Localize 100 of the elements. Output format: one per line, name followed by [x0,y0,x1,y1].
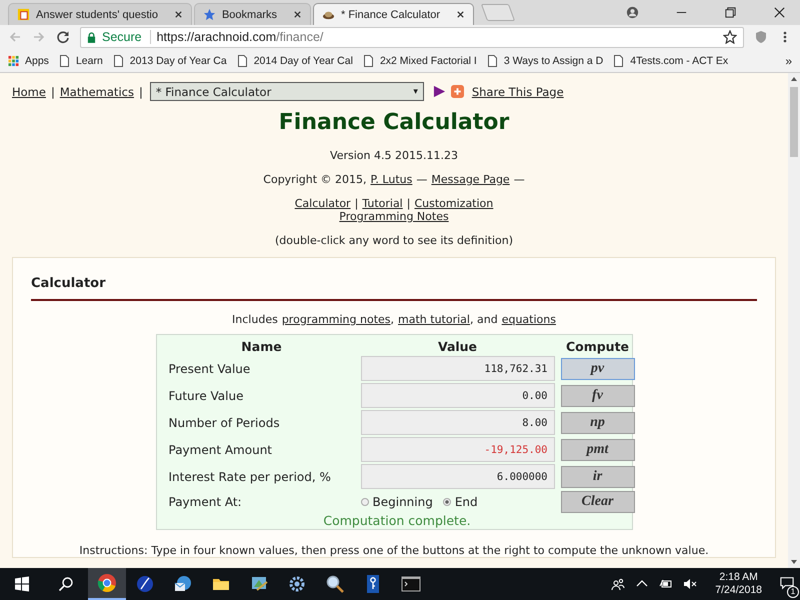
version-text: Version 4.5 2015.11.23 [329,149,459,162]
close-icon[interactable] [292,10,302,19]
bookmark-item[interactable]: 4Tests.com - ACT Ex [613,54,728,66]
browser-tab[interactable]: * Finance Calculator [312,3,474,25]
bookmark-item[interactable]: 2014 Day of Year Cal [236,54,353,66]
compute-button[interactable]: pmt [560,438,634,460]
field-label: Payment At: [168,495,243,509]
nav-link[interactable]: Mathematics [60,84,134,98]
search-icon[interactable] [58,576,74,592]
clear-button[interactable]: Clear [560,491,634,513]
column-header: Value [436,339,478,354]
radio-label: Beginning [372,495,433,509]
scrollbar-thumb[interactable] [790,87,798,157]
status-text: Computation complete. [322,513,472,528]
tab-title: Answer students' questio [36,8,159,20]
start-icon[interactable] [14,576,30,592]
compute-button[interactable]: np [560,412,634,434]
bookmark-item[interactable]: 3 Ways to Assign a D [486,54,604,66]
bookmark-item[interactable]: 2013 Day of Year Ca [112,54,227,66]
bookmark-item[interactable]: Apps [8,54,49,66]
dash: — [514,173,525,186]
radio-label: End [454,495,478,509]
compute-button[interactable]: fv [560,384,634,406]
star-icon [202,8,216,21]
dash: — [416,173,428,186]
page-link[interactable]: Programming Notes [339,210,449,223]
people-icon[interactable] [611,577,626,591]
page-title: Finance Calculator [278,110,510,135]
compute-button[interactable]: pv [560,358,634,380]
message-link[interactable]: Message Page [431,173,510,186]
page-icon [236,54,248,66]
page-icon [486,54,498,66]
page-icon [613,54,624,66]
bookmark-item[interactable]: Learn [58,54,103,66]
profile-icon[interactable] [626,6,639,19]
bookmark-star-icon[interactable] [723,30,737,44]
copyright-text: Copyright © 2015, [263,173,367,186]
value-field[interactable]: 0.00 [360,383,554,408]
bookmark-item[interactable]: 2x2 Mixed Factorial I [362,54,477,66]
notification-icon[interactable] [780,576,794,590]
field-label: Future Value [168,388,244,402]
field-label: Interest Rate per period, % [168,470,332,484]
value-field[interactable]: -19,125.00 [360,437,554,462]
close-icon[interactable] [773,6,786,19]
radio-button[interactable] [360,498,368,506]
apps-grid-icon [8,54,19,66]
value-field[interactable]: 118,762.31 [360,356,554,381]
browser-tab[interactable]: Answer students' questio [8,3,192,25]
section-heading: Calculator [31,276,107,291]
share-link[interactable]: Share This Page [472,84,564,98]
value-field[interactable]: 8.00 [360,410,554,435]
tab-title: * Finance Calculator [340,8,442,20]
scroll-down-icon[interactable] [790,559,798,565]
notes-link[interactable]: programming notes [282,313,391,326]
close-icon[interactable] [456,10,466,19]
separator: | [50,84,55,98]
magnifier-icon [325,574,345,594]
page-link[interactable]: Calculator [294,197,351,210]
speaker-muted-icon[interactable] [683,577,698,591]
secure-label: Secure [102,30,151,44]
nav-link[interactable]: Home [12,84,46,98]
notification-badge: 1 [787,586,799,598]
terminal-icon [401,574,421,594]
page-select[interactable]: * Finance Calculator ▾ [150,82,424,101]
address-field[interactable]: Secure https://arachnoid.com/finance/ [80,26,744,48]
scrollbar[interactable] [788,73,800,568]
separator: | [138,84,143,98]
field-label: Number of Periods [168,416,281,430]
page-link[interactable]: Tutorial [362,197,403,210]
scroll-up-icon[interactable] [790,76,798,82]
play-icon[interactable] [432,85,446,98]
close-icon[interactable] [174,10,183,19]
separator: | [406,197,410,210]
clock-date[interactable]: 7/24/2018 [715,584,762,597]
browser-tab[interactable]: Bookmarks [194,3,311,25]
field-label: Payment Amount [168,442,274,456]
reload-icon[interactable] [56,30,70,44]
restore-icon[interactable] [724,6,737,19]
equations-link[interactable]: equations [502,313,556,326]
separator: | [354,197,358,210]
gear-icon [287,574,307,594]
and-text: , and [470,313,498,326]
chrome-taskbar-button[interactable] [88,568,126,600]
clock-time[interactable]: 2:18 AM [719,571,758,584]
tab-title: Bookmarks [222,8,278,20]
radio-button[interactable] [442,498,451,506]
author-link[interactable]: P. Lutus [370,173,412,186]
page-link[interactable]: Customization [414,197,494,210]
compute-button[interactable]: ir [560,466,634,488]
more-bookmarks-button[interactable]: » [785,54,792,68]
chrome-icon [97,573,117,593]
comma: , [390,313,394,326]
value-field[interactable]: 6.000000 [360,464,554,489]
page-icon [362,54,374,66]
lock-icon [87,32,96,42]
page-icon [58,54,70,66]
url-text: https://arachnoid.com/finance/ [156,30,324,44]
tutorial-link[interactable]: math tutorial [398,313,470,326]
plus-icon[interactable] [450,85,464,98]
hint-text: (double-click any word to see its definition) [274,234,514,247]
